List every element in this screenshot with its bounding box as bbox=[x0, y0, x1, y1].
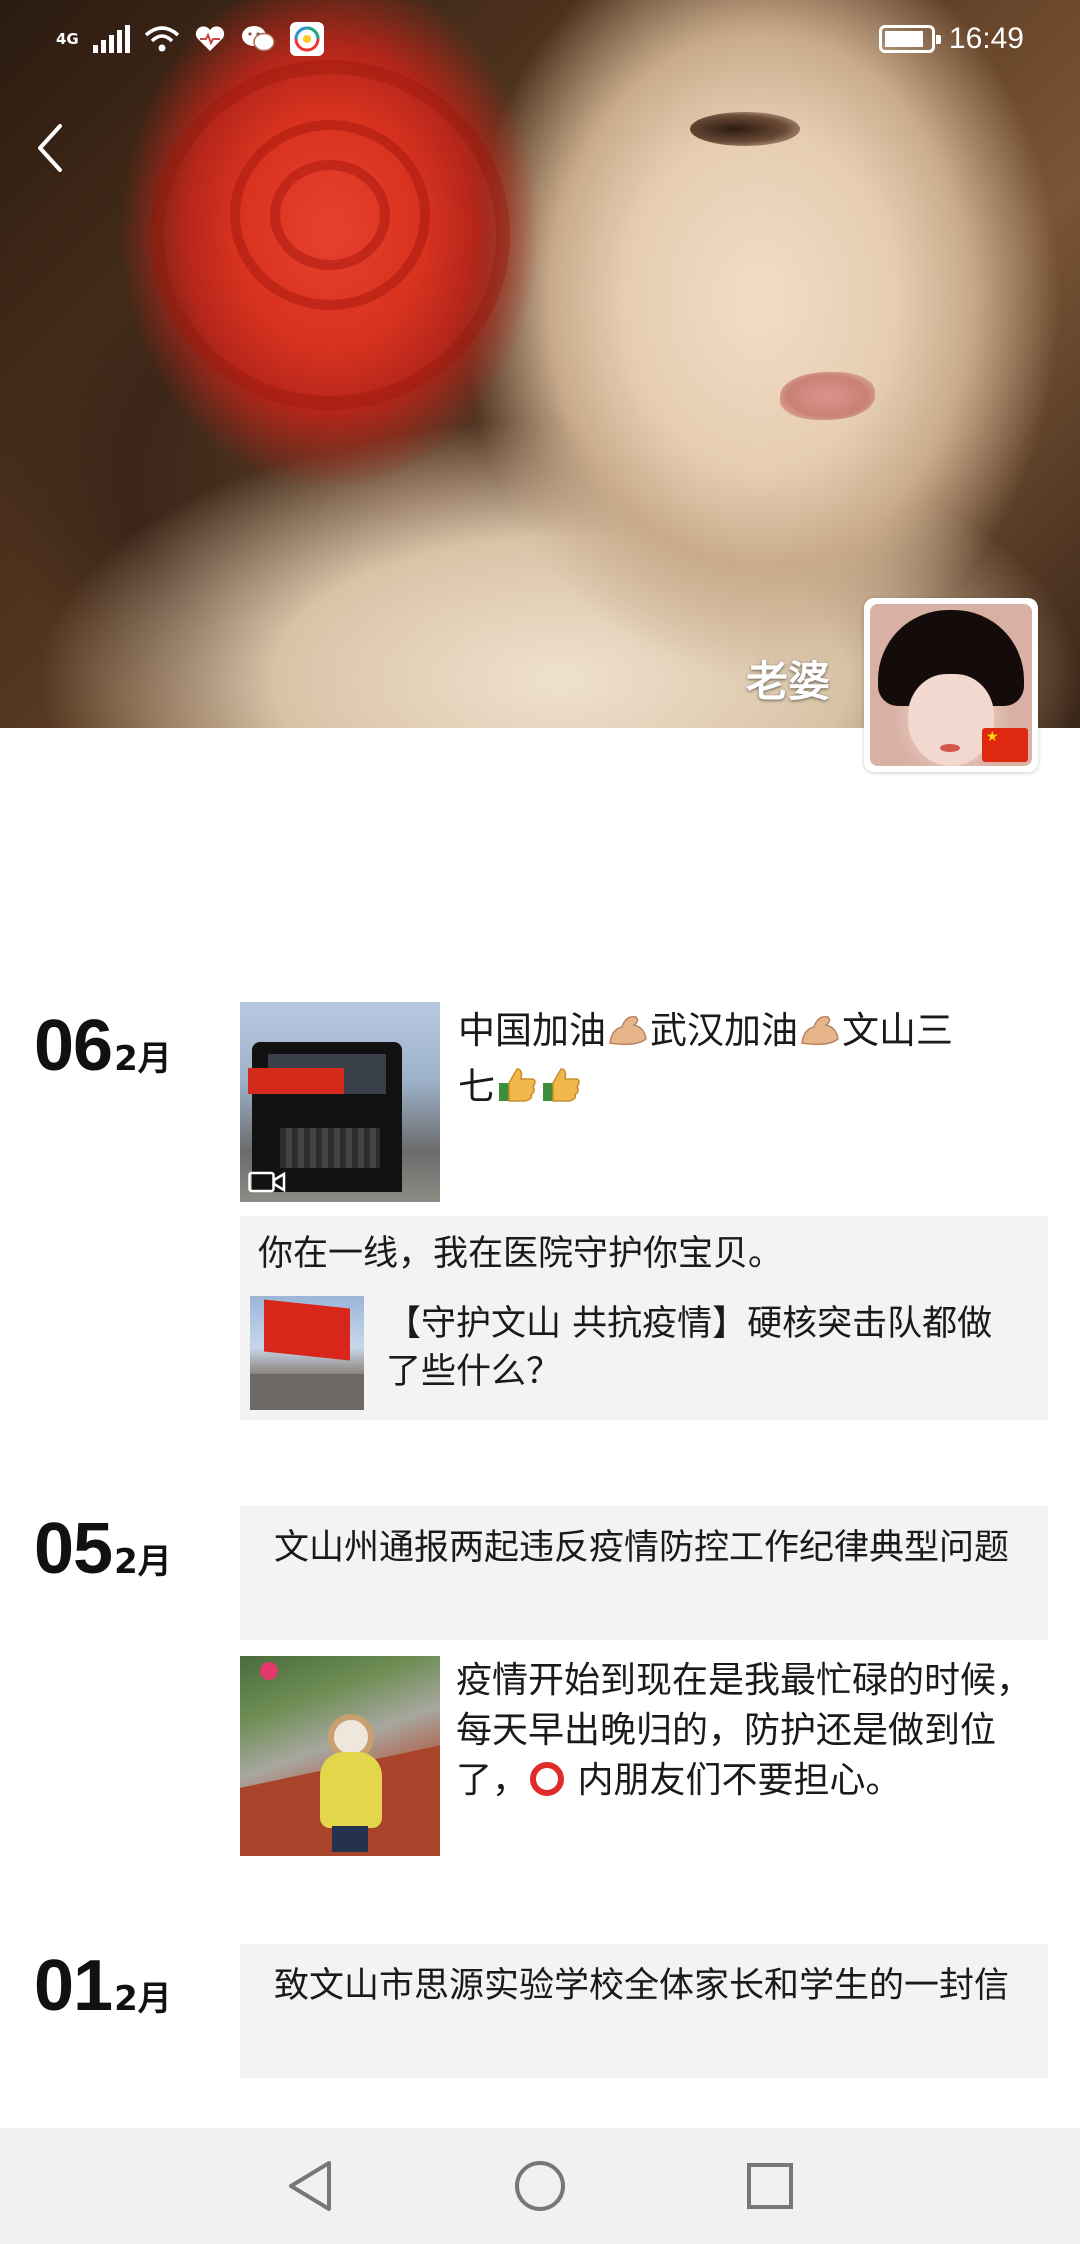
red-circle-icon bbox=[530, 1762, 565, 1796]
shared-article-title: 【守护文山 共抗疫情】硬核突击队都做了些什么？ bbox=[386, 1304, 993, 1392]
status-bar-right: 16:49 bbox=[878, 22, 1024, 56]
thumbs-up-icon bbox=[543, 1068, 580, 1102]
post-month: 2月 bbox=[114, 1039, 172, 1079]
shared-article-thumbnail bbox=[250, 1296, 364, 1410]
signal-icon bbox=[92, 25, 130, 53]
shared-article-caption: 你在一线，我在医院守护你宝贝。 bbox=[258, 1234, 784, 1274]
post-month: 2月 bbox=[114, 1542, 172, 1582]
profile-avatar[interactable]: ★ bbox=[864, 598, 1038, 772]
cover-lips bbox=[780, 372, 875, 420]
post-photo-thumbnail[interactable] bbox=[240, 1656, 440, 1856]
cover-flower-petal bbox=[270, 160, 390, 270]
flexed-biceps-icon bbox=[609, 1015, 647, 1046]
thumbs-up-icon bbox=[499, 1068, 536, 1102]
status-bar: 4G 16:49 bbox=[0, 0, 1080, 80]
triangle-back-icon bbox=[289, 2161, 331, 2211]
status-time: 16:49 bbox=[948, 22, 1024, 55]
post-date: 01 2月 bbox=[34, 1945, 172, 2027]
system-nav-bar bbox=[0, 2128, 1080, 2244]
profile-nickname: 老婆 bbox=[745, 657, 830, 706]
shared-article-card[interactable]: 致文山市思源实验学校全体家长和学生的一封信 bbox=[240, 1944, 1048, 2078]
wechat-icon bbox=[241, 26, 275, 52]
shared-article-title: 文山州通报两起违反疫情防控工作纪律典型问题 bbox=[274, 1528, 1010, 1568]
status-bar-left: 4G bbox=[56, 22, 324, 56]
post-text[interactable]: 疫情开始到现在是我最忙碌的时候，每天早出晚归的，防护还是做到位了， 内朋友们不要… bbox=[456, 1656, 1036, 1806]
post-video-thumbnail[interactable] bbox=[240, 1002, 440, 1202]
post-day: 05 bbox=[34, 1509, 113, 1589]
post-date: 06 2月 bbox=[34, 1005, 172, 1087]
shared-article-title: 致文山市思源实验学校全体家长和学生的一封信 bbox=[274, 1966, 1010, 2006]
square-recents-icon bbox=[747, 2163, 793, 2209]
post-day: 01 bbox=[34, 1946, 113, 2026]
post-date: 05 2月 bbox=[34, 1508, 172, 1590]
nav-recents-button[interactable] bbox=[740, 2156, 800, 2216]
network-type: 4G bbox=[56, 30, 79, 48]
back-button[interactable] bbox=[30, 118, 80, 178]
battery-icon bbox=[878, 25, 941, 53]
circle-home-icon bbox=[515, 2161, 565, 2211]
shared-article-card[interactable]: 文山州通报两起违反疫情防控工作纪律典型问题 bbox=[240, 1506, 1048, 1640]
nav-back-button[interactable] bbox=[280, 2156, 340, 2216]
wifi-icon bbox=[144, 26, 179, 52]
nav-home-button[interactable] bbox=[510, 2156, 570, 2216]
app-icon bbox=[289, 22, 324, 56]
post-text[interactable]: 中国加油 武汉加油 文山三七 bbox=[458, 1003, 1048, 1115]
post-day: 06 bbox=[34, 1006, 113, 1086]
chevron-left-icon bbox=[38, 124, 62, 172]
avatar-image: ★ bbox=[870, 604, 1032, 766]
post-month: 2月 bbox=[114, 1979, 172, 2019]
health-icon bbox=[195, 26, 224, 51]
china-flag-icon: ★ bbox=[982, 728, 1028, 762]
video-icon bbox=[248, 1171, 286, 1193]
cover-eye bbox=[690, 112, 800, 146]
flexed-biceps-icon bbox=[801, 1015, 839, 1046]
